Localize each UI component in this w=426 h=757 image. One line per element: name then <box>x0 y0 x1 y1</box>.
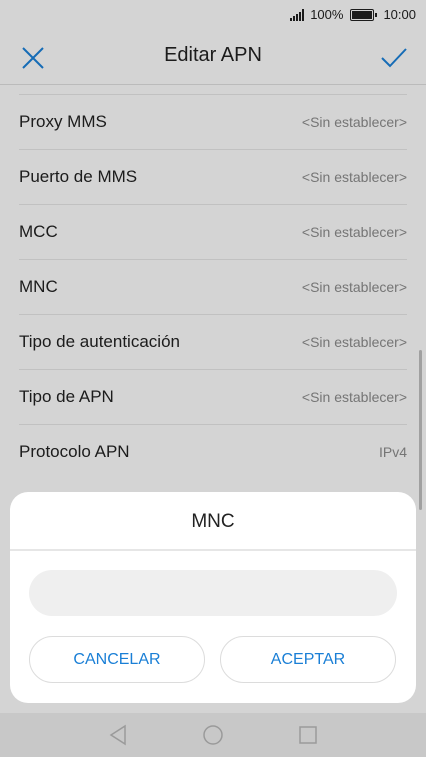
back-triangle-icon[interactable] <box>106 723 130 747</box>
accept-button[interactable]: ACEPTAR <box>220 636 396 683</box>
mnc-dialog: MNC CANCELAR ACEPTAR <box>10 492 416 703</box>
dialog-divider <box>10 549 416 551</box>
navigation-bar <box>0 713 426 757</box>
dialog-title: MNC <box>191 511 235 532</box>
home-circle-icon[interactable] <box>201 723 225 747</box>
mnc-input[interactable] <box>29 570 397 616</box>
recents-square-icon[interactable] <box>296 723 320 747</box>
screen: 100% 10:00 Editar APN Proxy MMS <Sin est… <box>0 0 426 757</box>
cancel-button[interactable]: CANCELAR <box>29 636 205 683</box>
